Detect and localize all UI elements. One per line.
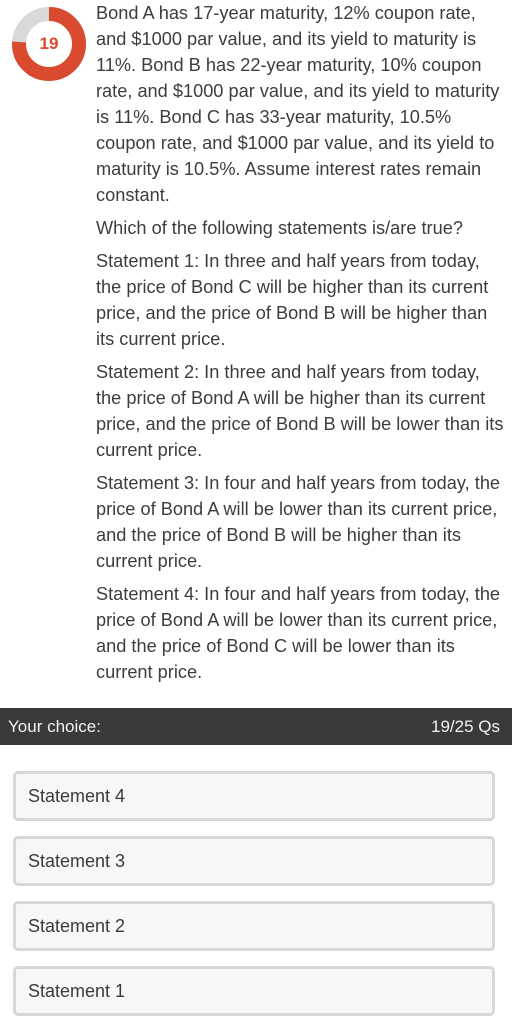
question-counter: 19/25 Qs bbox=[431, 717, 500, 736]
statement-1-text: Statement 1: In three and half years fro… bbox=[96, 251, 489, 349]
question-text: Bond A has 17-year maturity, 12% coupon … bbox=[96, 0, 510, 692]
question-number: 19 bbox=[39, 34, 59, 53]
choice-header-bar: Your choice: 19/25 Qs bbox=[0, 708, 512, 745]
option-statement-1-button[interactable]: Statement 1 bbox=[13, 966, 495, 1016]
option-label: Statement 3 bbox=[28, 851, 126, 871]
statement-2-text: Statement 2: In three and half years fro… bbox=[96, 362, 504, 460]
option-statement-2-button[interactable]: Statement 2 bbox=[13, 901, 495, 951]
option-label: Statement 4 bbox=[28, 786, 126, 806]
option-label: Statement 2 bbox=[28, 916, 126, 936]
question-progress-ring: 19 bbox=[11, 6, 87, 82]
option-label: Statement 1 bbox=[28, 981, 126, 1001]
option-statement-3-button[interactable]: Statement 3 bbox=[13, 836, 495, 886]
your-choice-label: Your choice: bbox=[8, 717, 101, 736]
statement-3-text: Statement 3: In four and half years from… bbox=[96, 473, 501, 571]
statement-4-text: Statement 4: In four and half years from… bbox=[96, 584, 501, 682]
option-statement-4-button[interactable]: Statement 4 bbox=[13, 771, 495, 821]
question-intro: Bond A has 17-year maturity, 12% coupon … bbox=[96, 3, 500, 205]
question-prompt: Which of the following statements is/are… bbox=[96, 218, 463, 238]
quiz-page: 19 Bond A has 17-year maturity, 12% coup… bbox=[0, 0, 512, 1024]
